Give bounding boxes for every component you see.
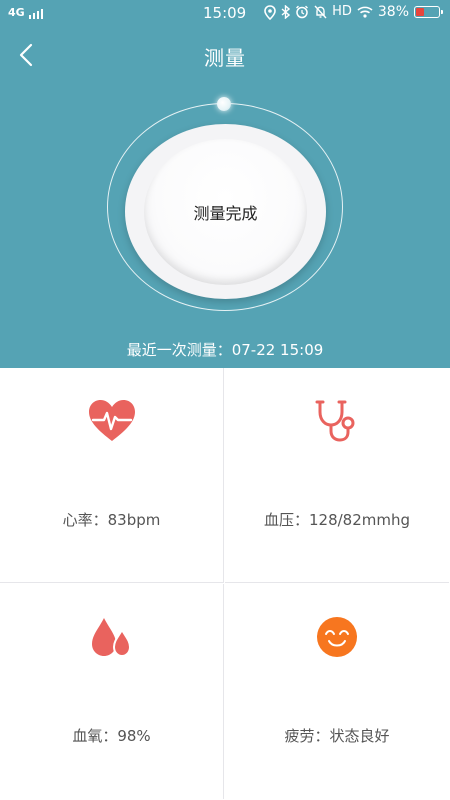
last-measurement-text: 最近一次测量：07-22 15:09 xyxy=(126,341,324,359)
signal-icon xyxy=(28,8,43,19)
header-panel: 4G 15:09 HD 38% 测量 测量完成 最近一次测量：07-22 15:… xyxy=(0,0,450,368)
mute-icon xyxy=(314,5,327,19)
battery-icon xyxy=(414,6,443,18)
hd-indicator: HD xyxy=(332,4,352,19)
heart-rate-icon xyxy=(88,400,135,441)
gauge-status: 测量完成 xyxy=(144,139,307,285)
status-bar: 4G 15:09 HD 38% xyxy=(0,0,450,28)
bluetooth-icon xyxy=(281,5,291,19)
battery-percent: 38% xyxy=(377,4,409,20)
network-type: 4G xyxy=(8,6,25,19)
stethoscope-icon xyxy=(315,400,355,442)
blood-pressure-label: 血压：128/82mmhg xyxy=(263,511,411,529)
fatigue-label: 疲劳：状态良好 xyxy=(284,727,390,745)
metrics-grid: 心率：83bpm 血压：128/82mmhg 血氧：98% 疲劳：状态良好 xyxy=(0,368,450,800)
blood-oxygen-icon xyxy=(91,618,131,658)
status-icons: HD 38% xyxy=(264,4,443,20)
gauge-knob xyxy=(217,97,231,111)
blood-pressure-card[interactable]: 血压：128/82mmhg xyxy=(225,368,449,583)
page-title: 测量 xyxy=(204,46,246,70)
blood-oxygen-label: 血氧：98% xyxy=(72,727,151,745)
smiley-icon xyxy=(317,617,357,657)
alarm-icon xyxy=(296,5,309,19)
blood-oxygen-card[interactable]: 血氧：98% xyxy=(0,584,224,799)
fatigue-card[interactable]: 疲劳：状态良好 xyxy=(225,584,449,799)
wifi-icon xyxy=(357,6,373,18)
heart-rate-card[interactable]: 心率：83bpm xyxy=(0,368,224,583)
location-icon xyxy=(264,4,276,20)
status-time: 15:09 xyxy=(203,4,247,22)
network-indicator: 4G xyxy=(8,6,43,19)
battery-level xyxy=(416,8,424,16)
heart-rate-label: 心率：83bpm xyxy=(62,511,161,529)
